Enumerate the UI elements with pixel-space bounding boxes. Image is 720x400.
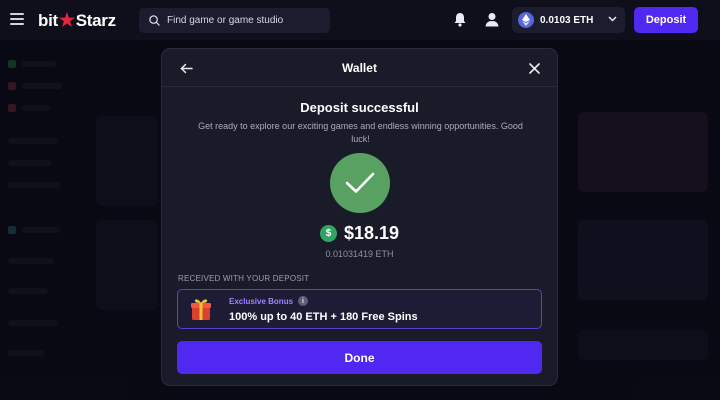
- search-icon: [149, 15, 160, 26]
- success-check-icon: [330, 153, 390, 213]
- user-icon: [485, 13, 499, 27]
- deposit-amount-usd: $18.19: [343, 223, 400, 243]
- back-button[interactable]: [180, 61, 193, 79]
- logo-text-right: Starz: [75, 10, 116, 30]
- logo[interactable]: bit ★ Starz: [38, 10, 116, 31]
- deposit-button[interactable]: Deposit: [634, 7, 698, 33]
- modal-title: Wallet: [342, 60, 377, 75]
- bonus-tag: Exclusive Bonus i: [229, 296, 309, 306]
- close-button[interactable]: [529, 61, 540, 79]
- balance-dropdown[interactable]: 0.0103 ETH: [512, 7, 625, 33]
- close-icon: [529, 63, 540, 74]
- success-subtitle: Get ready to explore our exciting games …: [198, 121, 523, 144]
- notifications-button[interactable]: [453, 12, 467, 32]
- hamburger-icon[interactable]: [10, 13, 24, 25]
- search-placeholder: Find game or game studio: [167, 15, 284, 26]
- success-title: Deposit successful: [300, 100, 419, 115]
- done-button[interactable]: Done: [177, 341, 542, 374]
- logo-star-icon: ★: [58, 10, 75, 30]
- info-icon[interactable]: i: [298, 296, 309, 306]
- top-bar: bit ★ Starz Find game or game studio 0.0…: [0, 0, 720, 40]
- modal-header: Wallet: [162, 49, 557, 87]
- bell-icon: [454, 13, 466, 27]
- balance-amount: 0.0103 ETH: [540, 14, 594, 26]
- bonus-tag-label: Exclusive Bonus: [229, 296, 294, 306]
- gift-icon: [191, 299, 211, 320]
- deposit-amount-eth: 0.01031419 ETH: [325, 249, 394, 259]
- logo-text-left: bit: [38, 10, 58, 30]
- chevron-down-icon: [608, 16, 617, 22]
- arrow-left-icon: [180, 63, 193, 74]
- dollar-coin-icon: $: [319, 225, 337, 242]
- check-icon: [345, 172, 375, 193]
- ethereum-icon: [518, 12, 534, 28]
- bonus-card: Exclusive Bonus i 100% up to 40 ETH + 18…: [177, 289, 542, 329]
- profile-button[interactable]: [485, 12, 499, 32]
- search-input[interactable]: Find game or game studio: [139, 8, 330, 33]
- bonus-text: 100% up to 40 ETH + 180 Free Spins: [229, 311, 418, 323]
- amount-row: $ $18.19: [162, 223, 557, 244]
- wallet-modal: Wallet Deposit successful Get ready to e…: [161, 48, 558, 386]
- received-label: RECEIVED WITH YOUR DEPOSIT: [178, 274, 310, 283]
